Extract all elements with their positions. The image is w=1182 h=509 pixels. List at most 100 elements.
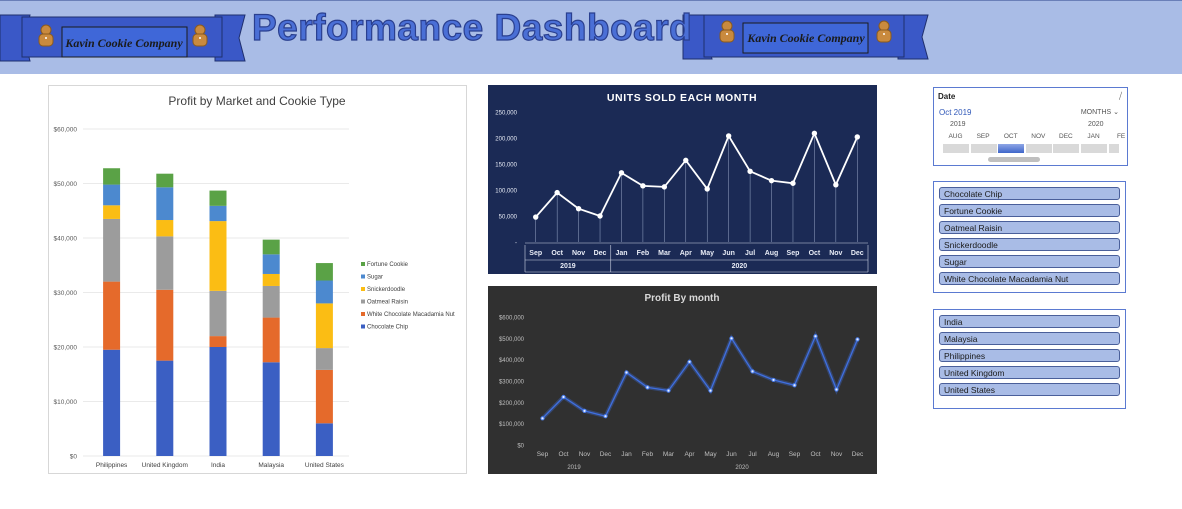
x-tick-label: Nov xyxy=(579,451,591,458)
data-point xyxy=(708,388,713,393)
x-tick-label: Mar xyxy=(658,250,671,257)
chart-title: Profit By month xyxy=(645,293,720,304)
banner-left-text: Kavin Cookie Company xyxy=(64,36,183,50)
x-tick-label: Jan xyxy=(621,451,632,458)
timeline-month-label: NOV xyxy=(1031,133,1046,140)
x-tick-label: United States xyxy=(305,462,345,469)
slicer-item-chocolate-chip[interactable]: Chocolate Chip xyxy=(939,187,1120,200)
legend-label: Snickerdoodle xyxy=(367,287,406,293)
y-tick-label: $10,000 xyxy=(54,399,78,406)
slicer-item-sugar[interactable]: Sugar xyxy=(939,255,1120,268)
data-point xyxy=(729,336,734,341)
slicer-item-united-states[interactable]: United States xyxy=(939,383,1120,396)
bar-segment xyxy=(103,281,121,350)
x-tick-label: Jul xyxy=(745,250,755,257)
cookie-type-slicer: Chocolate Chip Fortune Cookie Oatmeal Ra… xyxy=(933,181,1126,293)
slicer-item-snickerdoodle[interactable]: Snickerdoodle xyxy=(939,238,1120,251)
chart-title: Profit by Market and Cookie Type xyxy=(168,94,346,108)
bar-segment xyxy=(156,220,174,237)
bar-segment xyxy=(156,187,174,221)
date-timeline-slicer[interactable]: Date ⧸ Oct 2019 MONTHS ⌄ 2019 2020 AUG SE… xyxy=(933,87,1128,166)
timeline-month-cell[interactable] xyxy=(998,144,1025,153)
data-point xyxy=(725,133,732,139)
header-band: Kavin Cookie Company Kavin Cookie Compan… xyxy=(0,0,1182,74)
data-point xyxy=(554,189,560,196)
date-level-dropdown[interactable]: MONTHS ⌄ xyxy=(1081,108,1119,116)
y-tick-label: $500,000 xyxy=(499,337,525,343)
timeline-month-label: OCT xyxy=(1003,133,1018,140)
slicer-item-white-chocolate-macadamia-nut[interactable]: White Chocolate Macadamia Nut xyxy=(939,272,1120,285)
bar-segment xyxy=(262,273,280,286)
x-tick-label: United Kingdom xyxy=(142,462,188,469)
units-sold-chart[interactable]: UNITS SOLD EACH MONTH - 50,000 100,000 150,0… xyxy=(488,85,877,274)
data-point xyxy=(750,369,755,374)
legend-swatch xyxy=(361,274,365,279)
y-tick-label: 100,000 xyxy=(495,189,517,195)
bar-segment xyxy=(103,184,121,206)
x-tick-label: Jan xyxy=(615,250,627,257)
data-point xyxy=(854,134,860,140)
data-point xyxy=(855,337,860,342)
bar-segment xyxy=(209,205,227,222)
slicer-item-malaysia[interactable]: Malaysia xyxy=(939,332,1120,345)
y-tick-label: 200,000 xyxy=(495,137,517,143)
timeline-month-cell[interactable] xyxy=(1025,144,1052,153)
data-point xyxy=(683,157,689,164)
timeline-scrollbar[interactable] xyxy=(988,157,1040,162)
x-tick-label: Jul xyxy=(748,451,757,458)
bar-segment xyxy=(262,254,280,274)
y-tick-label: $30,000 xyxy=(54,290,78,297)
bar-segment xyxy=(209,221,227,291)
slicer-item-philippines[interactable]: Philippines xyxy=(939,349,1120,362)
bar-segment xyxy=(315,263,333,281)
y-tick-label: 50,000 xyxy=(499,215,518,221)
bar-segment xyxy=(156,360,174,456)
y-tick-label: $20,000 xyxy=(54,345,78,352)
slicer-item-india[interactable]: India xyxy=(939,315,1120,328)
x-tick-label: India xyxy=(211,462,225,469)
timeline-month-label: SEP xyxy=(976,133,990,140)
clear-filter-icon[interactable]: ⧸ xyxy=(1119,91,1122,102)
x-tick-label: Jun xyxy=(722,250,734,257)
slicer-item-united-kingdom[interactable]: United Kingdom xyxy=(939,366,1120,379)
timeline-month-label: AUG xyxy=(948,133,963,140)
data-point xyxy=(640,183,646,189)
x-tick-label: Feb xyxy=(637,250,649,257)
timeline-month-cell[interactable] xyxy=(1081,144,1107,153)
x-tick-label: Nov xyxy=(829,250,842,257)
bar-segment xyxy=(209,290,227,337)
banner-right-text: Kavin Cookie Company xyxy=(746,31,865,45)
x-tick-label: Dec xyxy=(852,451,864,458)
x-tick-label: Philippines xyxy=(96,462,128,469)
timeline-month-cell[interactable] xyxy=(1108,144,1119,153)
slicer-item-oatmeal-raisin[interactable]: Oatmeal Raisin xyxy=(939,221,1120,234)
series-line xyxy=(535,131,859,218)
bar-segment xyxy=(103,218,121,282)
date-slicer-header: Date xyxy=(938,92,956,101)
slicer-item-fortune-cookie[interactable]: Fortune Cookie xyxy=(939,204,1120,217)
profit-by-market-chart[interactable]: Profit by Market and Cookie Type $0 $10,00… xyxy=(48,85,467,474)
timeline-month-cell[interactable] xyxy=(943,144,969,153)
x-tick-label: Apr xyxy=(680,250,692,257)
profit-by-month-chart[interactable]: Profit By month $0 $100,000 $200,000 $300,00… xyxy=(488,286,877,474)
x-tick-label: Malaysia xyxy=(258,462,284,469)
legend-swatch xyxy=(361,312,365,316)
x-tick-label: Aug xyxy=(765,250,779,257)
x-tick-label: Mar xyxy=(663,451,675,458)
year-group-label: 2019 xyxy=(560,263,576,270)
legend-swatch xyxy=(361,287,365,291)
bar-segment xyxy=(262,362,280,456)
timeline-month-cell[interactable] xyxy=(1053,144,1080,153)
y-tick-label: 150,000 xyxy=(495,163,517,169)
legend-swatch xyxy=(361,324,365,329)
x-tick-label: Oct xyxy=(558,451,568,458)
bar-segment xyxy=(315,303,333,349)
profit-by-month-svg: Profit By month $0 $100,000 $200,000 $300,00… xyxy=(499,293,864,471)
timeline-month-cell[interactable] xyxy=(970,144,997,153)
data-point xyxy=(813,334,818,339)
x-tick-label: Nov xyxy=(572,250,585,257)
bar-segment xyxy=(209,347,227,456)
data-point xyxy=(771,377,776,383)
profit-by-market-svg: Profit by Market and Cookie Type $0 $10,00… xyxy=(54,94,456,469)
bar-segment xyxy=(103,168,121,185)
